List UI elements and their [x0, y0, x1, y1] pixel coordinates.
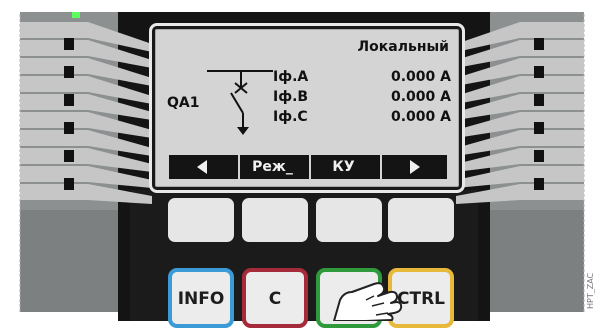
softkey-left[interactable] [169, 155, 234, 179]
info-button[interactable]: INFO [168, 268, 234, 328]
measurement-label: Iф.C [273, 109, 308, 125]
softkey-label: КУ [332, 159, 355, 175]
pointing-hand-icon [333, 282, 403, 321]
measurement-value: 0.000 A [391, 89, 451, 105]
measurement-value: 0.000 A [391, 109, 451, 125]
clear-button[interactable]: C [242, 268, 308, 328]
image-tag: HPT_ZAC [586, 272, 595, 310]
measurement-label: Iф.A [273, 69, 309, 85]
function-key-1[interactable] [168, 198, 234, 242]
softkey-bar: Реж_ КУ [169, 155, 447, 179]
function-key-2[interactable] [242, 198, 308, 242]
breaker-label: QA1 [167, 95, 200, 111]
softkey-mode[interactable]: Реж_ [238, 155, 305, 179]
function-key-3[interactable] [316, 198, 382, 242]
mode-label: Локальный [357, 39, 449, 55]
function-key-4[interactable] [388, 198, 454, 242]
softkey-ku[interactable]: КУ [309, 155, 376, 179]
info-button-label: INFO [177, 289, 225, 309]
measurement-label: Iф.B [273, 89, 309, 105]
clear-button-label: C [268, 289, 282, 309]
arrow-right-icon [409, 160, 420, 174]
status-led-icon [72, 12, 80, 18]
softkey-label: Реж_ [252, 159, 293, 175]
arrow-left-icon [196, 160, 207, 174]
measurement-value: 0.000 A [391, 69, 451, 85]
breaker-symbol-icon [207, 70, 273, 135]
softkey-right[interactable] [380, 155, 447, 179]
lcd-display: Локальный QA1 Iф.A 0.000 A Iф.B 0.000 A … [152, 26, 462, 190]
